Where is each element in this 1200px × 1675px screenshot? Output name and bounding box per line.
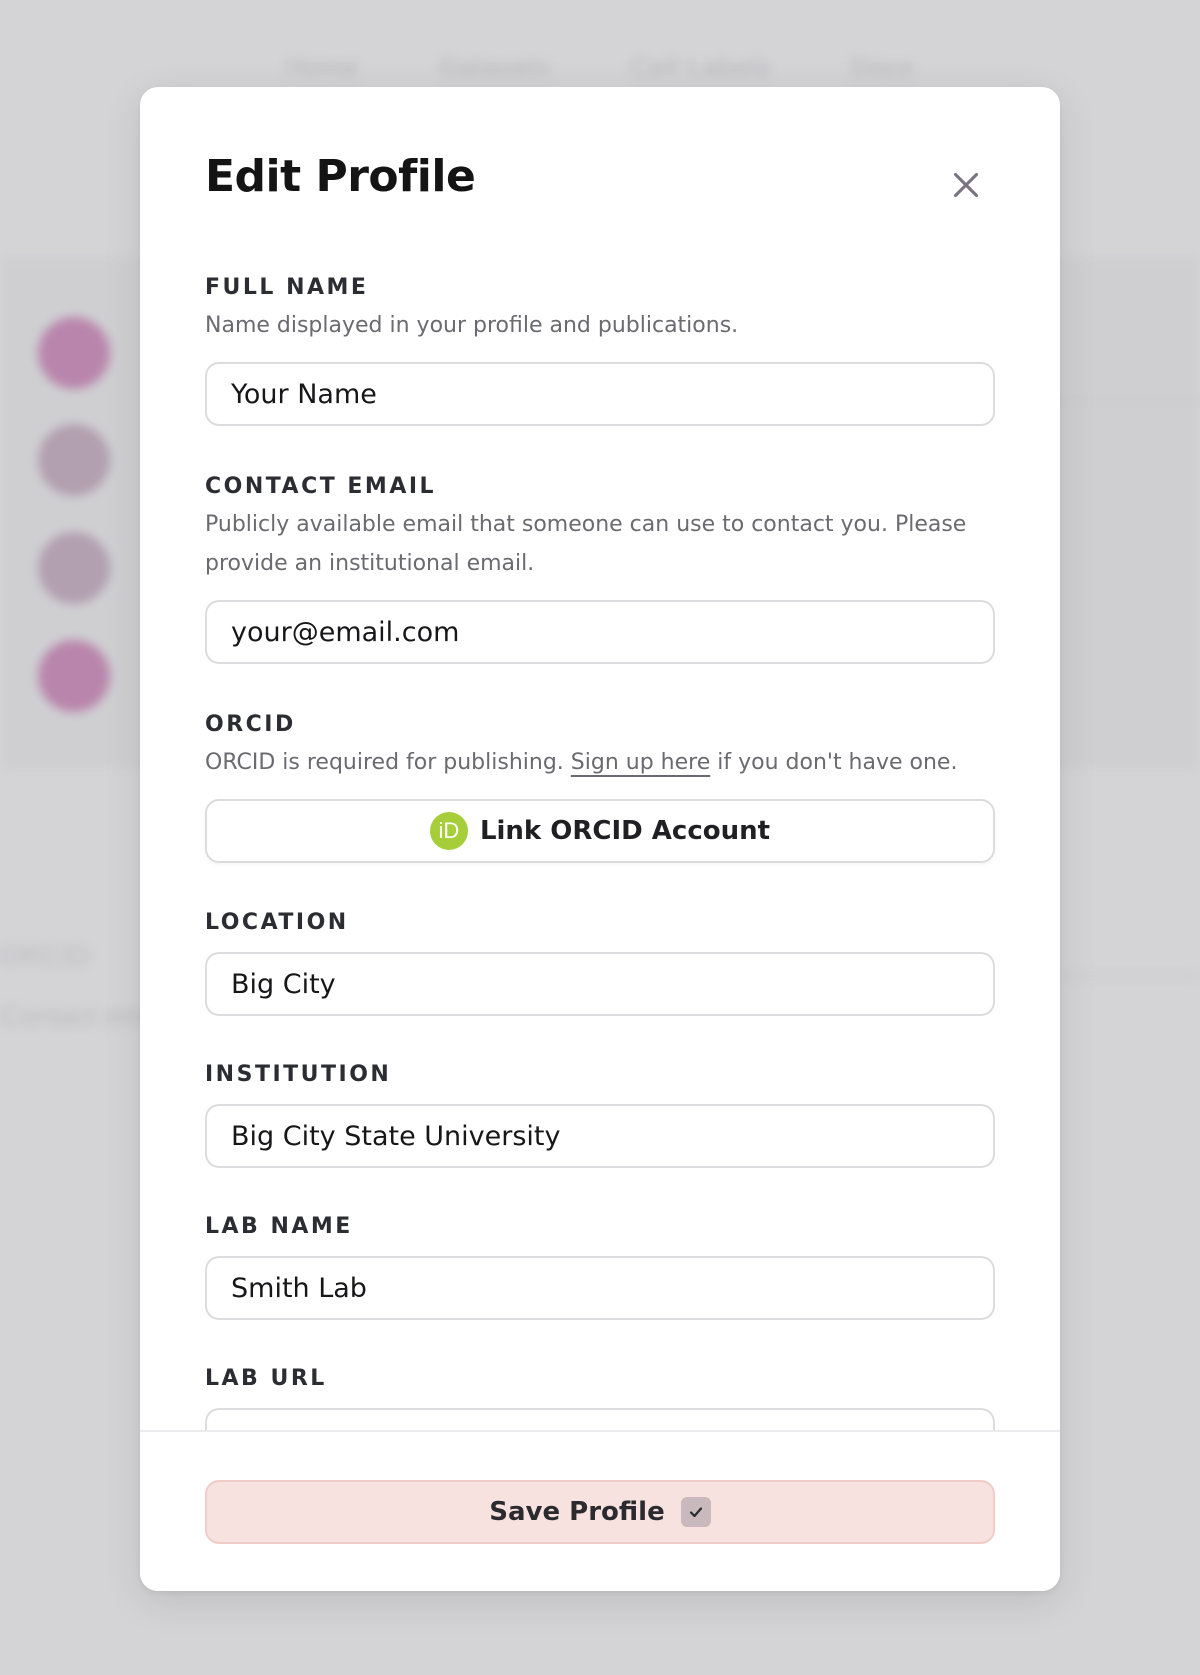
background-avatar bbox=[38, 424, 110, 496]
lab-url-input[interactable] bbox=[205, 1408, 995, 1430]
link-orcid-button[interactable]: iD Link ORCID Account bbox=[205, 799, 995, 863]
lab-name-field: LAB NAME bbox=[205, 1214, 995, 1320]
orcid-description-text: ORCID is required for publishing. bbox=[205, 750, 571, 775]
orcid-label: ORCID bbox=[205, 712, 296, 737]
link-orcid-label: Link ORCID Account bbox=[479, 816, 771, 846]
background-divider bbox=[1060, 400, 1200, 402]
full-name-description: Name displayed in your profile and publi… bbox=[205, 313, 739, 338]
close-button[interactable] bbox=[946, 165, 986, 205]
check-icon bbox=[680, 1497, 711, 1527]
background-avatar bbox=[38, 317, 110, 389]
contact-email-label: CONTACT EMAIL bbox=[205, 474, 437, 499]
location-input[interactable] bbox=[205, 952, 995, 1016]
orcid-description: ORCID is required for publishing. Sign u… bbox=[205, 743, 995, 782]
lab-url-label: LAB URL bbox=[205, 1366, 327, 1391]
orcid-field: ORCID ORCID is required for publishing. … bbox=[205, 712, 995, 863]
institution-field: INSTITUTION bbox=[205, 1062, 995, 1168]
full-name-label: FULL NAME bbox=[205, 275, 369, 300]
lab-url-field: LAB URL bbox=[205, 1366, 995, 1430]
save-profile-label: Save Profile bbox=[489, 1497, 665, 1527]
modal-title: Edit Profile bbox=[205, 151, 476, 202]
orcid-icon: iD bbox=[429, 812, 468, 850]
lab-name-input[interactable] bbox=[205, 1256, 995, 1320]
modal-footer: Save Profile bbox=[140, 1430, 1060, 1591]
institution-label: INSTITUTION bbox=[205, 1062, 392, 1087]
background-avatar bbox=[38, 532, 110, 604]
modal-scroll-area[interactable]: Edit Profile FULL NAME Name displayed in… bbox=[140, 87, 1060, 1430]
save-profile-button[interactable]: Save Profile bbox=[205, 1480, 995, 1544]
institution-input[interactable] bbox=[205, 1104, 995, 1168]
edit-profile-modal: Edit Profile FULL NAME Name displayed in… bbox=[140, 87, 1060, 1591]
background-divider bbox=[1060, 975, 1200, 977]
contact-email-input[interactable] bbox=[205, 600, 995, 664]
location-label: LOCATION bbox=[205, 910, 349, 935]
full-name-field: FULL NAME Name displayed in your profile… bbox=[205, 275, 995, 426]
background-label: ORCID bbox=[0, 940, 91, 971]
full-name-input[interactable] bbox=[205, 362, 995, 426]
close-icon bbox=[953, 172, 979, 198]
orcid-signup-link[interactable]: Sign up here bbox=[571, 750, 710, 775]
contact-email-description: Publicly available email that someone ca… bbox=[205, 512, 967, 576]
background-avatar bbox=[38, 640, 110, 712]
contact-email-field: CONTACT EMAIL Publicly available email t… bbox=[205, 474, 995, 664]
lab-name-label: LAB NAME bbox=[205, 1214, 353, 1239]
location-field: LOCATION bbox=[205, 910, 995, 1016]
orcid-description-text: if you don't have one. bbox=[710, 750, 958, 775]
